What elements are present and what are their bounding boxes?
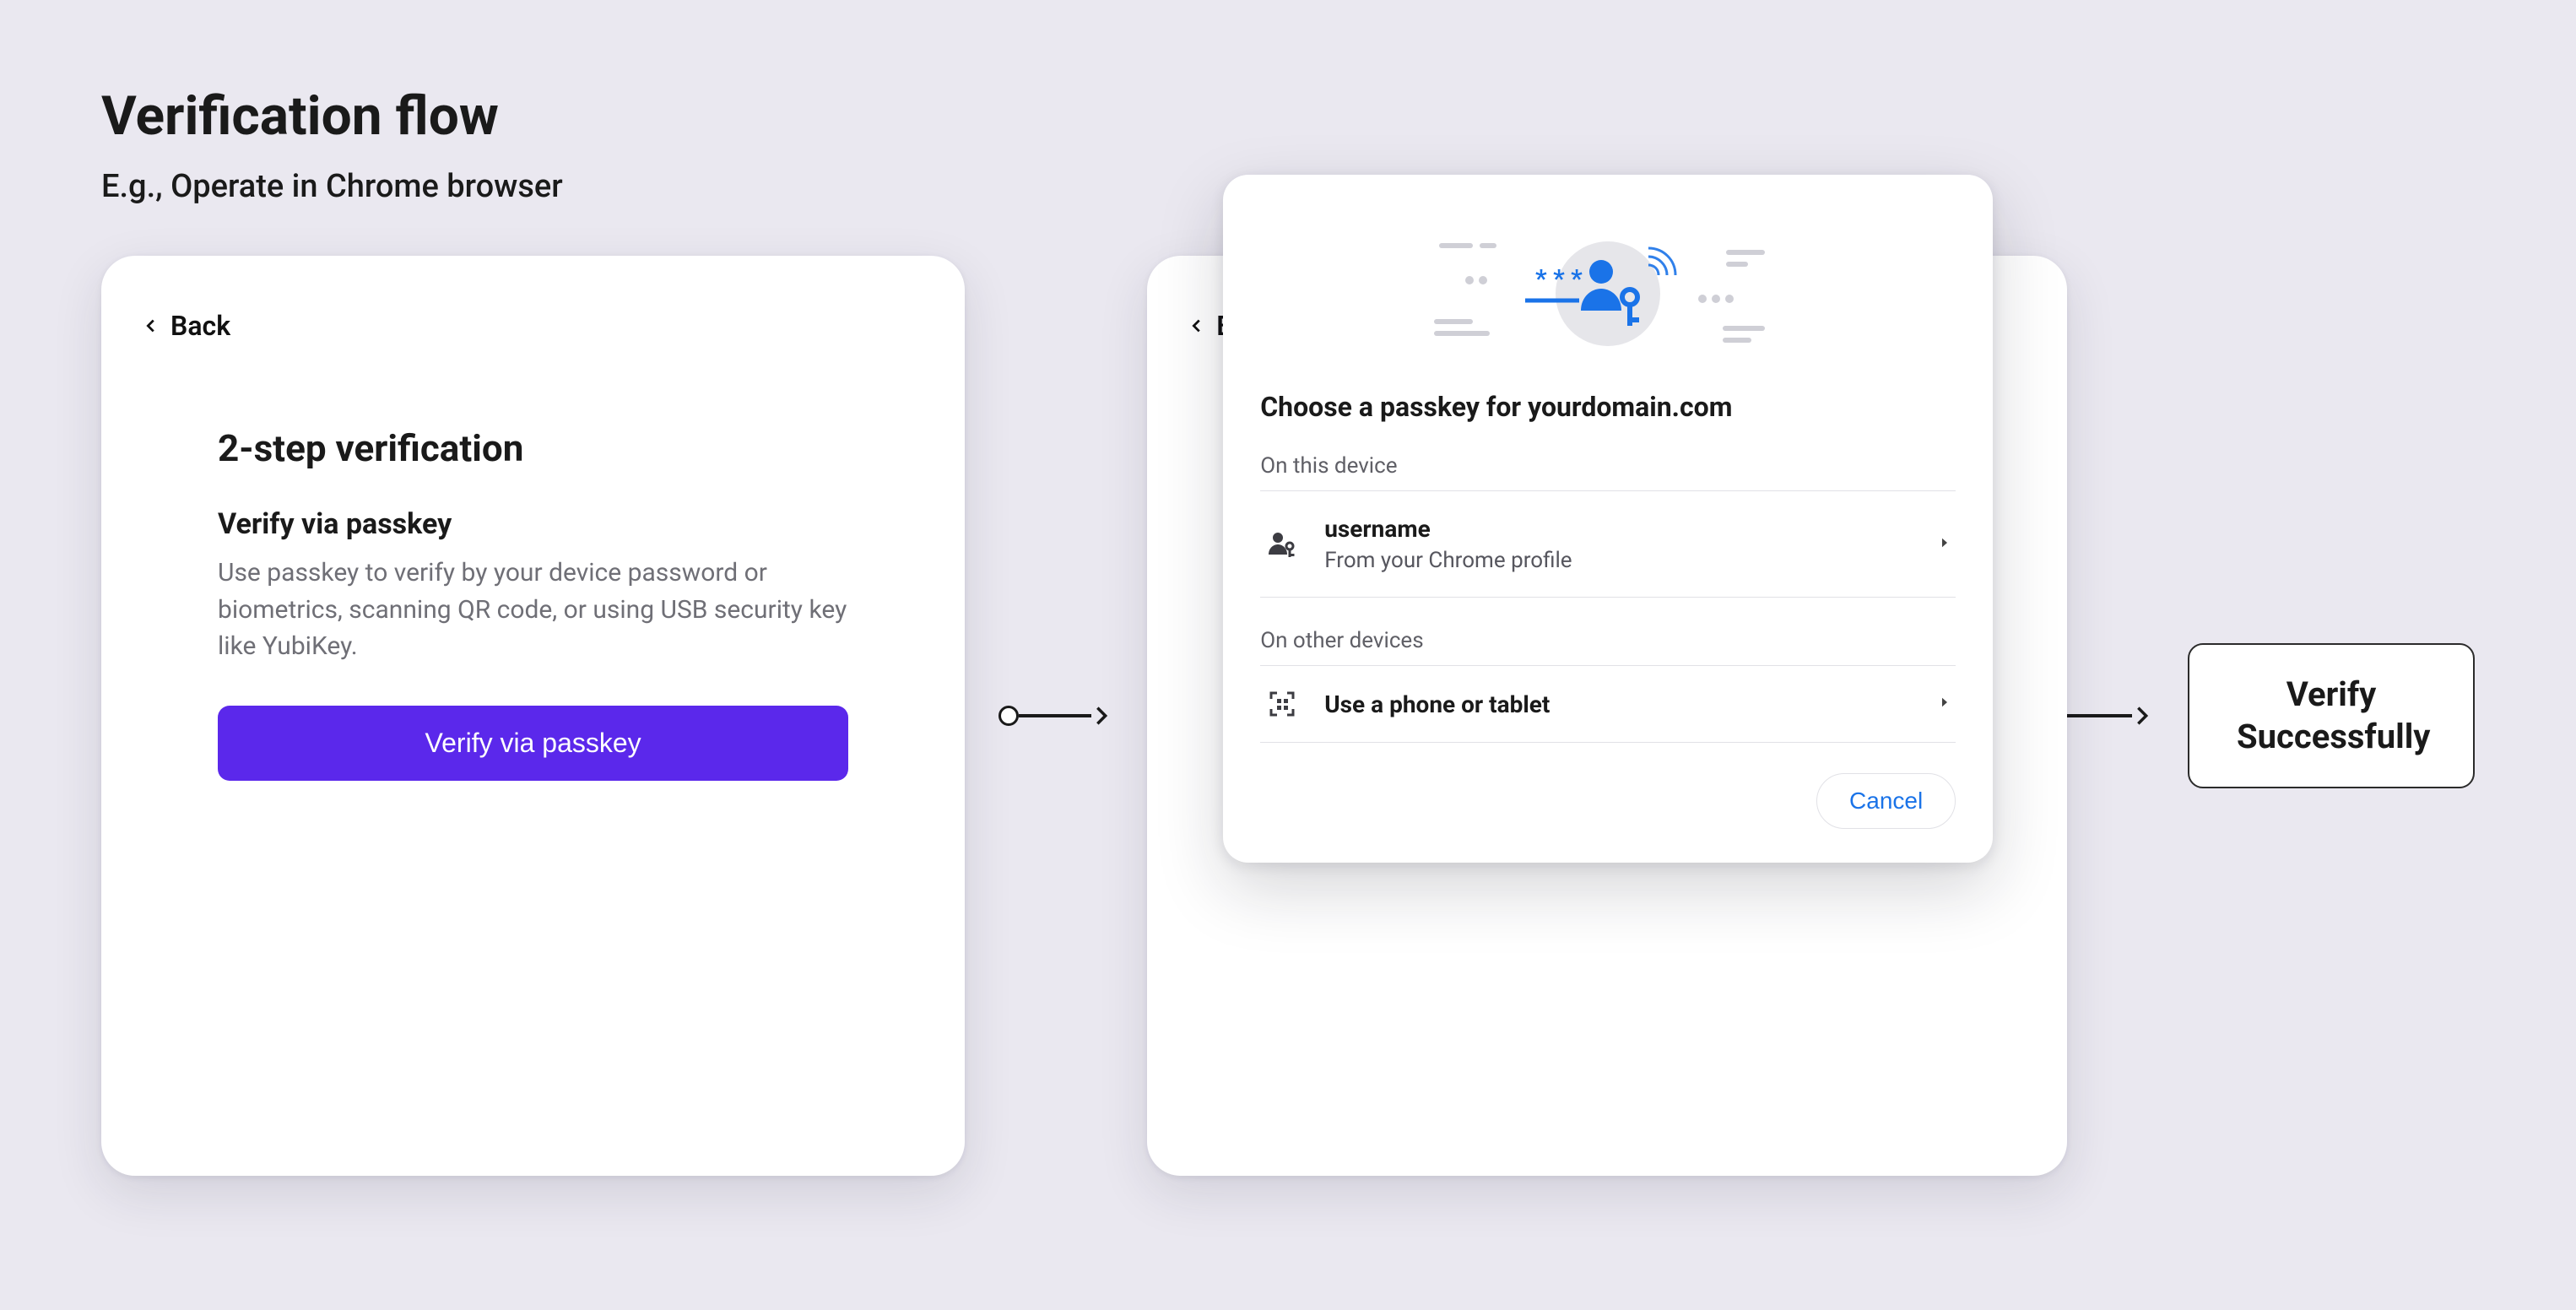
flow-connector bbox=[998, 704, 1113, 728]
connector-line bbox=[2059, 714, 2132, 717]
use-phone-or-tablet-row[interactable]: Use a phone or tablet bbox=[1260, 665, 1956, 743]
flow-row: Back 2-step verification Verify via pass… bbox=[101, 256, 2475, 1176]
arrow-right-icon bbox=[1091, 704, 1113, 728]
passkey-account-row[interactable]: username From your Chrome profile bbox=[1260, 490, 1956, 598]
passkey-domain: yourdomain.com bbox=[1528, 391, 1732, 423]
chevron-left-icon bbox=[142, 310, 160, 342]
success-line2: Successfully bbox=[2237, 716, 2426, 758]
passkey-illustration: * * * bbox=[1260, 215, 1956, 367]
step1-lead: Verify via passkey bbox=[218, 507, 848, 541]
on-this-device-label: On this device bbox=[1260, 453, 1956, 479]
verify-success-pill: Verify Successfully bbox=[2188, 643, 2475, 788]
passkey-chooser-dialog: * * * bbox=[1223, 175, 1993, 863]
passkey-dialog-title: Choose a passkey for yourdomain.com bbox=[1260, 391, 1956, 423]
step1-body: 2-step verification Verify via passkey U… bbox=[142, 342, 924, 781]
step2-wrap: Back bbox=[1147, 256, 2005, 1176]
svg-text:* * *: * * * bbox=[1535, 264, 1583, 294]
account-username: username bbox=[1324, 515, 1913, 543]
connector-dot-icon bbox=[998, 706, 1019, 726]
cancel-button[interactable]: Cancel bbox=[1816, 773, 1956, 829]
person-key-icon bbox=[1264, 529, 1301, 560]
page-title: Verification flow bbox=[101, 84, 2475, 148]
arrow-right-icon bbox=[2132, 704, 2154, 728]
back-button[interactable]: Back bbox=[142, 310, 230, 342]
connector-line bbox=[1019, 714, 1091, 717]
account-source: From your Chrome profile bbox=[1324, 548, 1913, 573]
qr-code-icon bbox=[1264, 690, 1301, 718]
chevron-right-icon bbox=[1937, 695, 1952, 713]
step1-card: Back 2-step verification Verify via pass… bbox=[101, 256, 965, 1176]
verify-via-passkey-button[interactable]: Verify via passkey bbox=[218, 706, 848, 781]
diagram-canvas: Verification flow E.g., Operate in Chrom… bbox=[0, 0, 2576, 1310]
success-line1: Verify bbox=[2237, 674, 2426, 716]
other-device-option-label: Use a phone or tablet bbox=[1324, 690, 1913, 718]
chevron-left-icon bbox=[1188, 310, 1206, 342]
passkey-title-prefix: Choose a passkey for bbox=[1260, 391, 1521, 423]
chevron-right-icon bbox=[1937, 535, 1952, 554]
back-label: Back bbox=[170, 310, 230, 342]
step1-title: 2-step verification bbox=[218, 426, 848, 470]
step1-description: Use passkey to verify by your device pas… bbox=[218, 555, 848, 665]
on-other-devices-label: On other devices bbox=[1260, 628, 1956, 653]
